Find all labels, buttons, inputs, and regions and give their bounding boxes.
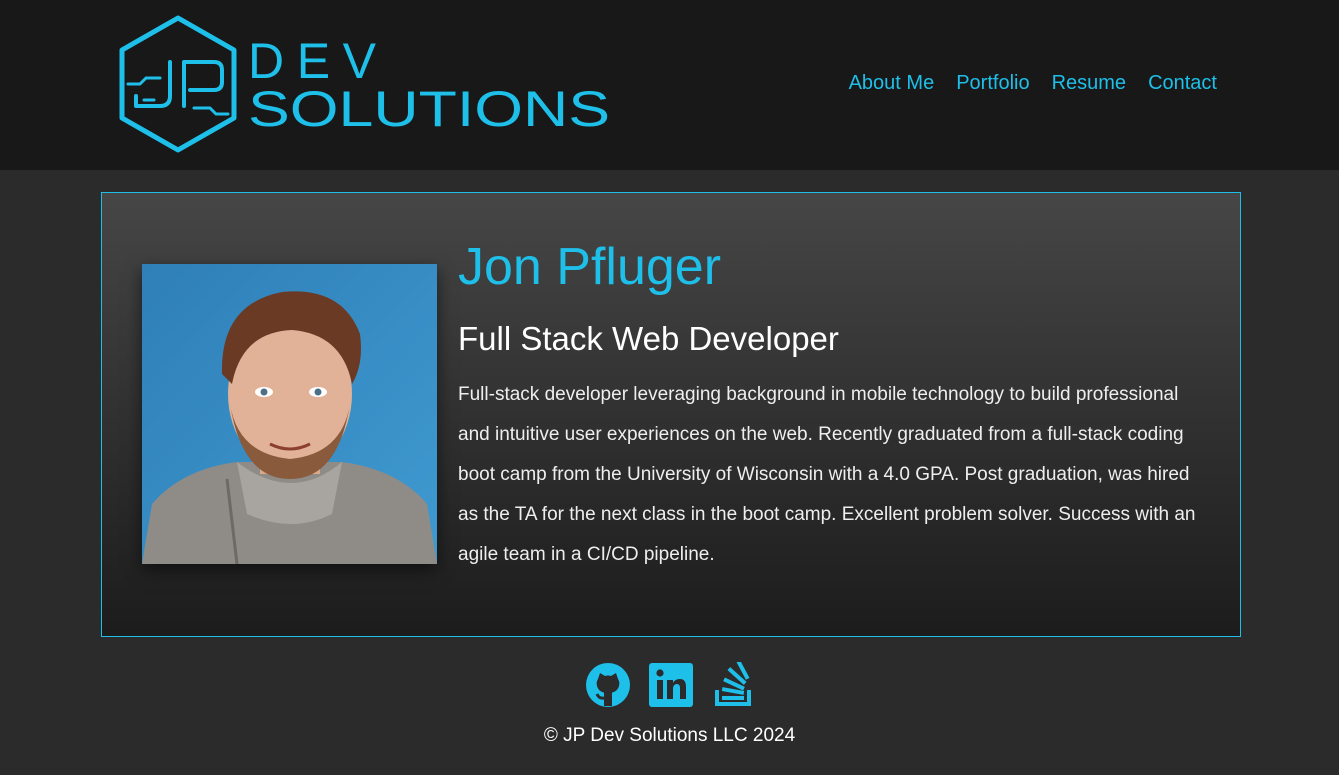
profile-photo (142, 264, 437, 564)
profile-name: Jon Pfluger (458, 238, 722, 296)
main-nav: About Me Portfolio Resume Contact (849, 72, 1217, 95)
site-header: DEV SOLUTIONS About Me Portfolio Resume … (0, 0, 1339, 170)
profile-bio: Full-stack developer leveraging backgrou… (458, 384, 1196, 565)
github-link[interactable] (585, 662, 631, 708)
stackoverflow-icon (715, 660, 751, 706)
logo-line2: SOLUTIONS (248, 81, 610, 137)
linkedin-icon (649, 663, 693, 707)
nav-portfolio[interactable]: Portfolio (956, 72, 1029, 95)
nav-about-me[interactable]: About Me (849, 72, 935, 95)
jp-dev-solutions-logo[interactable]: DEV SOLUTIONS (110, 12, 620, 158)
about-card: Jon Pfluger Full Stack Web Developer Ful… (101, 192, 1241, 637)
profile-title: Full Stack Web Developer (458, 320, 839, 357)
nav-resume[interactable]: Resume (1052, 72, 1126, 95)
stackoverflow-link[interactable] (711, 660, 757, 708)
linkedin-link[interactable] (648, 662, 694, 708)
social-links (585, 660, 757, 708)
copyright-text: © JP Dev Solutions LLC 2024 (543, 725, 796, 746)
nav-contact[interactable]: Contact (1148, 72, 1217, 95)
github-icon (586, 663, 630, 707)
